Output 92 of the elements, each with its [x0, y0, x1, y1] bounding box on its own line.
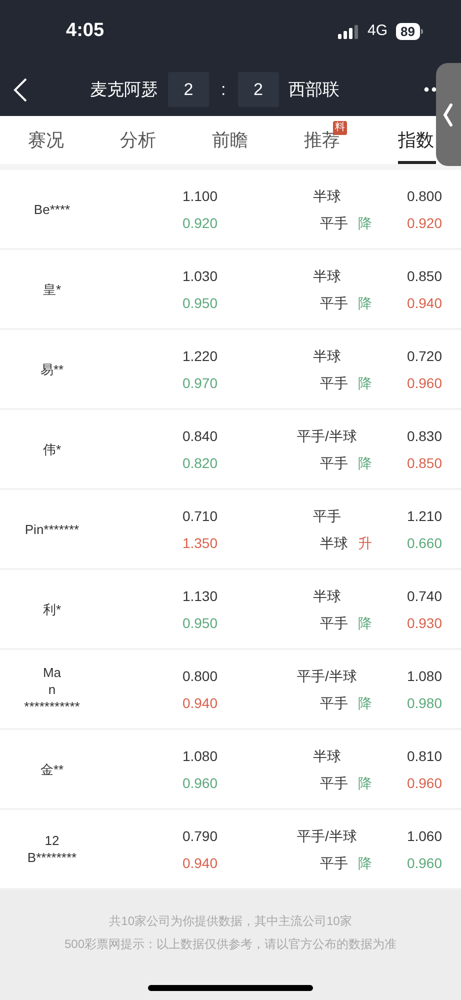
footer-note: 共10家公司为你提供数据，其中主流公司10家	[109, 913, 352, 930]
away-team: 西部联	[288, 78, 340, 101]
odds-value: 0.810	[406, 748, 442, 762]
handicap-line: 平手	[320, 774, 348, 790]
handicap-line: 平手	[320, 614, 348, 630]
change-indicator: 降	[358, 294, 372, 310]
handicap-line: 平手	[320, 854, 348, 870]
company-name: 易**	[40, 360, 64, 378]
handicap-line: 半球	[313, 268, 341, 284]
status-time: 4:05	[66, 19, 104, 44]
handicap-line: 平手/半球	[297, 428, 357, 444]
odds-value: 0.740	[406, 588, 442, 602]
handicap-line: 半球	[313, 748, 341, 764]
odds-value: 1.220	[182, 348, 218, 362]
odds-value: 0.940	[182, 856, 218, 870]
company-name: 12 B********	[27, 832, 77, 866]
odds-value: 1.060	[406, 828, 442, 842]
odds-value: 1.080	[182, 748, 218, 762]
company-name: Ma n ***********	[24, 664, 80, 714]
odds-value: 0.920	[406, 216, 442, 230]
company-name: 金**	[40, 760, 64, 778]
change-indicator: 降	[358, 374, 372, 390]
odds-value: 0.790	[182, 828, 218, 842]
handicap-line: 平手	[313, 508, 341, 524]
more-icon[interactable]	[424, 87, 436, 92]
odds-value: 0.960	[406, 856, 442, 870]
odds-value: 0.840	[182, 428, 218, 442]
change-indicator: 降	[358, 214, 372, 230]
handicap-line: 半球	[313, 188, 341, 204]
tab[interactable]: 分析	[92, 116, 184, 164]
company-name: 伟*	[42, 440, 62, 458]
odds-value: 0.980	[406, 696, 442, 710]
odds-value: 0.940	[182, 696, 218, 710]
change-indicator: 降	[358, 694, 372, 710]
odds-value: 1.080	[406, 668, 442, 682]
change-indicator: 降	[358, 854, 372, 870]
company-name: 利*	[42, 600, 62, 618]
odds-value: 0.800	[406, 188, 442, 202]
odds-value: 0.950	[182, 296, 218, 310]
battery-level: 89	[396, 23, 420, 40]
odds-value: 0.950	[182, 616, 218, 630]
handicap-line: 平手	[320, 694, 348, 710]
handicap-line: 平手/半球	[297, 828, 357, 844]
odds-value: 0.920	[182, 216, 218, 230]
handicap-line: 平手	[320, 294, 348, 310]
tab[interactable]: 赛况	[0, 116, 92, 164]
odds-value: 0.800	[182, 668, 218, 682]
odds-value: 0.960	[406, 376, 442, 390]
handicap-line: 半球	[313, 348, 341, 364]
chevron-left-icon	[443, 102, 453, 126]
network-label: 4G	[368, 21, 388, 42]
tab[interactable]: 前瞻	[184, 116, 276, 164]
odds-value: 1.210	[406, 508, 442, 522]
home-team: 麦克阿瑟	[90, 78, 158, 101]
change-indicator: 降	[358, 774, 372, 790]
odds-value: 0.930	[406, 616, 442, 630]
odds-value: 0.820	[182, 456, 218, 470]
change-indicator: 降	[358, 614, 372, 630]
odds-value: 0.830	[406, 428, 442, 442]
odds-value: 1.350	[182, 536, 218, 550]
odds-value: 0.710	[182, 508, 218, 522]
company-name: 皇*	[42, 280, 62, 298]
score-separator: :	[221, 78, 226, 101]
change-indicator: 升	[358, 534, 372, 550]
handicap-line: 半球	[320, 534, 348, 550]
odds-value: 1.030	[182, 268, 218, 282]
odds-value: 0.960	[406, 776, 442, 790]
footer-note: 500彩票网提示：以上数据仅供参考，请以官方公布的数据为准	[64, 936, 397, 953]
company-name: Be****	[34, 200, 70, 218]
home-score: 2	[168, 72, 209, 107]
away-score: 2	[238, 72, 279, 107]
odds-value: 0.720	[406, 348, 442, 362]
handicap-line: 平手/半球	[297, 668, 357, 684]
odds-value: 0.850	[406, 268, 442, 282]
side-handle[interactable]	[436, 63, 461, 166]
handicap-line: 半球	[313, 588, 341, 604]
odds-value: 0.940	[406, 296, 442, 310]
tab-badge: 料	[333, 121, 347, 135]
signal-icon	[338, 24, 358, 38]
handicap-line: 平手	[320, 214, 348, 230]
change-indicator: 降	[358, 454, 372, 470]
company-name: Pin*******	[24, 520, 80, 538]
odds-value: 0.960	[182, 776, 218, 790]
handicap-line: 平手	[320, 454, 348, 470]
odds-value: 0.970	[182, 376, 218, 390]
odds-value: 0.850	[406, 456, 442, 470]
back-icon[interactable]	[12, 78, 28, 102]
odds-value: 0.660	[406, 536, 442, 550]
tab[interactable]: 指数	[368, 116, 436, 164]
odds-value: 1.130	[182, 588, 218, 602]
handicap-line: 平手	[320, 374, 348, 390]
odds-value: 1.100	[182, 188, 218, 202]
